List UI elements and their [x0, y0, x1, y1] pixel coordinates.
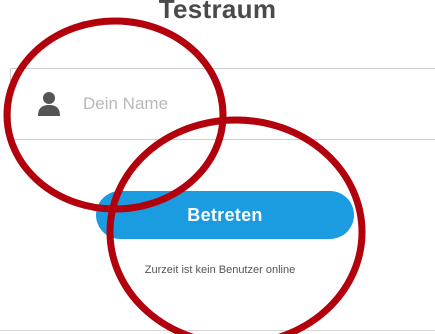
login-page: Testraum Betreten Zurzeit ist kein Benut… [0, 0, 435, 334]
user-icon [38, 92, 60, 116]
enter-button[interactable]: Betreten [96, 191, 354, 239]
name-input[interactable] [83, 89, 383, 119]
name-field[interactable] [10, 68, 435, 140]
online-status-text: Zurzeit ist kein Benutzer online [144, 264, 296, 276]
bottom-divider [0, 330, 435, 331]
annotation-overlay [3, 17, 366, 334]
room-title: Testraum [158, 0, 277, 24]
